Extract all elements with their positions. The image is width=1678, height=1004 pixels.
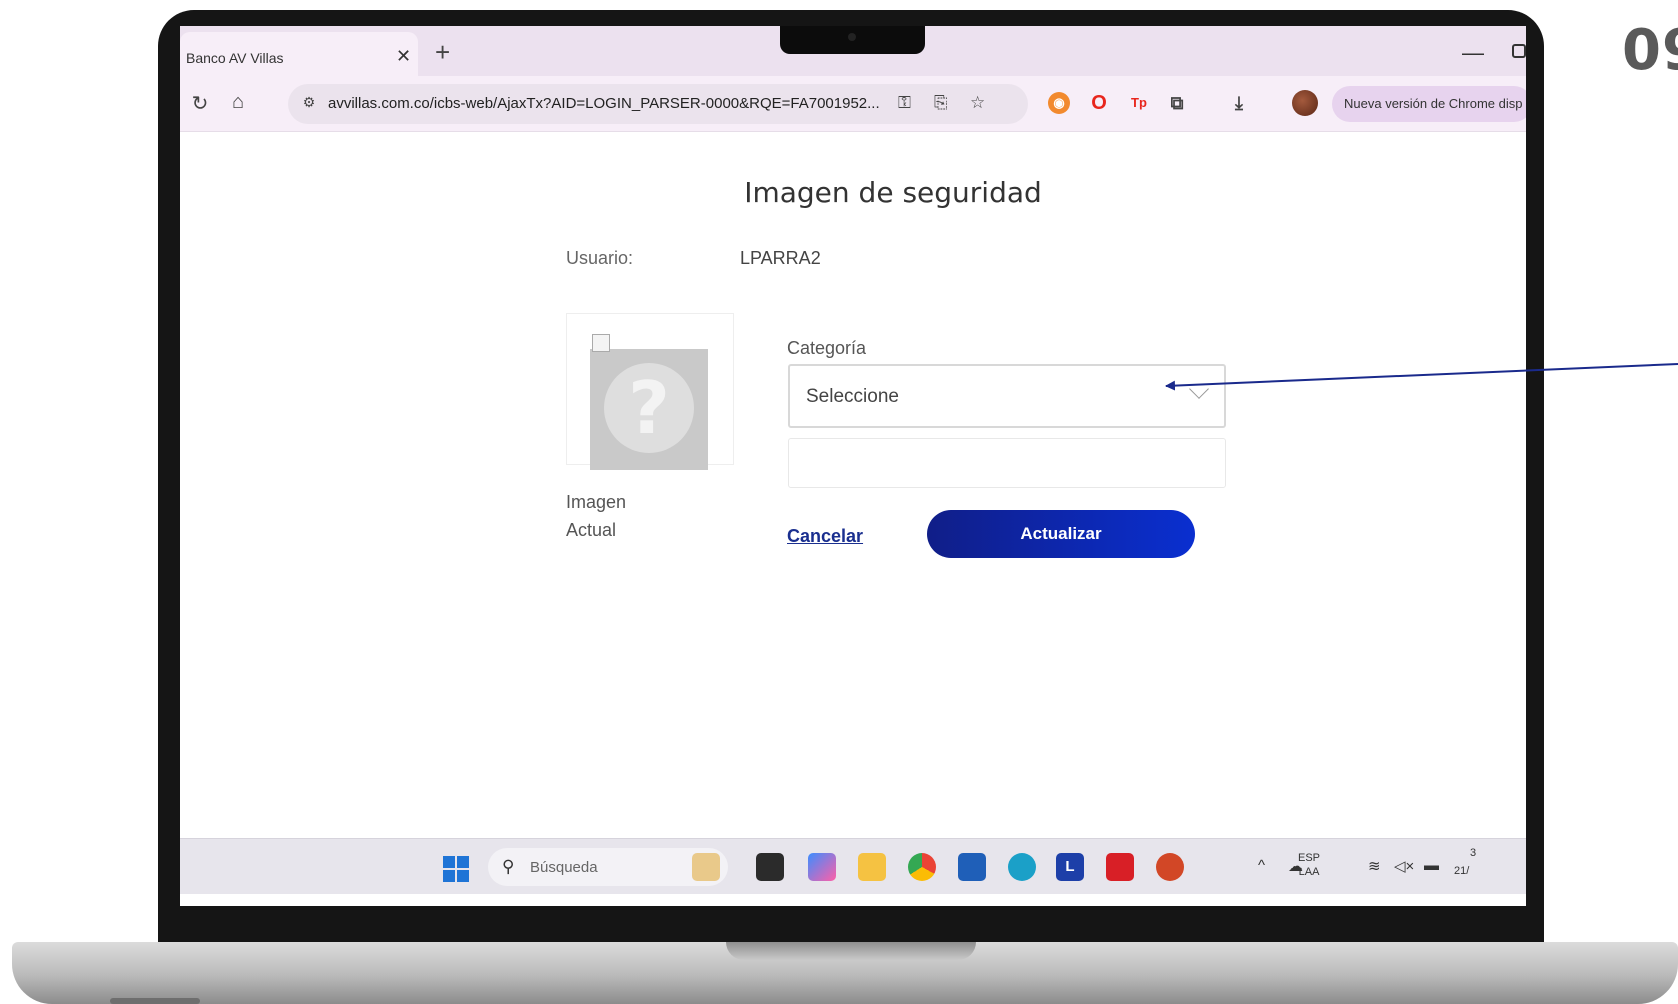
site-info-icon[interactable]: ⚙	[298, 94, 320, 114]
bookmark-star-icon[interactable]: ☆	[970, 93, 985, 113]
search-placeholder: Búsqueda	[530, 859, 598, 876]
category-selected-value: Seleccione	[806, 386, 899, 407]
widgets-icon[interactable]	[692, 853, 720, 881]
powerpoint-icon[interactable]	[1156, 853, 1184, 881]
user-value: LPARRA2	[740, 248, 821, 268]
chrome-update-label: Nueva versión de Chrome disp	[1344, 96, 1523, 111]
copilot-icon[interactable]	[808, 853, 836, 881]
chevron-down-icon	[1189, 379, 1209, 399]
camera-icon	[848, 33, 856, 41]
laptop-base-groove	[726, 942, 976, 960]
translate-icon[interactable]: ⎘	[934, 93, 948, 113]
browser-toolbar: ↻ ⌂ ⚙ avvillas.com.co/icbs-web/AjaxTx?AI…	[180, 76, 1526, 132]
plus-icon[interactable]: +	[435, 37, 450, 68]
update-button[interactable]: Actualizar	[927, 510, 1195, 558]
chrome-update-button[interactable]: Nueva versión de Chrome disp	[1332, 86, 1526, 122]
restore-icon[interactable]	[1512, 44, 1526, 58]
stage: 09 Banco AV Villas ✕ + — ↻ ⌂ ⚙ avvillas.…	[0, 0, 1678, 1004]
laptop-foot	[110, 998, 200, 1004]
address-bar[interactable]: ⚙ avvillas.com.co/icbs-web/AjaxTx?AID=LO…	[288, 84, 1028, 124]
acrobat-icon[interactable]	[1106, 853, 1134, 881]
opera-extension-icon[interactable]: O	[1088, 92, 1110, 114]
category-image-field[interactable]	[788, 438, 1226, 488]
category-select[interactable]: Seleccione	[788, 364, 1226, 428]
avatar[interactable]	[1292, 90, 1318, 116]
cancel-link[interactable]: Cancelar	[787, 526, 863, 547]
password-key-icon[interactable]: ⚿	[898, 93, 911, 113]
browser-tab[interactable]: Banco AV Villas ✕	[180, 32, 418, 76]
file-explorer-icon[interactable]	[858, 853, 886, 881]
chrome-icon[interactable]	[908, 853, 936, 881]
step-number: 09	[1622, 18, 1678, 83]
lang-line2: LAA	[1298, 866, 1320, 878]
volume-muted-icon[interactable]: ◁×	[1394, 857, 1414, 875]
download-icon[interactable]: ⤓	[1228, 92, 1250, 114]
reload-icon[interactable]: ↻	[188, 91, 212, 116]
edge-icon[interactable]	[1008, 853, 1036, 881]
page-title: Imagen de seguridad	[744, 176, 1042, 209]
battery-icon[interactable]: ▬	[1424, 857, 1439, 874]
clock-time[interactable]: 3	[1470, 847, 1476, 859]
home-icon[interactable]: ⌂	[226, 91, 250, 114]
l-app-icon[interactable]: L	[1056, 853, 1084, 881]
language-indicator[interactable]: ESP LAA	[1298, 851, 1320, 879]
lang-line1: ESP	[1298, 852, 1321, 864]
security-image: ?	[590, 349, 708, 470]
task-view-icon[interactable]	[756, 853, 784, 881]
tab-title: Banco AV Villas	[186, 50, 284, 66]
wifi-icon[interactable]: ≋	[1368, 857, 1381, 875]
category-label: Categoría	[787, 338, 867, 358]
windows-start-icon[interactable]	[443, 856, 469, 882]
store-icon[interactable]	[958, 853, 986, 881]
tp-extension-icon[interactable]: Tp	[1128, 92, 1150, 114]
extension-icon[interactable]: ◉	[1048, 92, 1070, 114]
minimize-icon[interactable]: —	[1462, 40, 1484, 66]
clock-date[interactable]: 21/	[1454, 865, 1469, 877]
question-mark-icon: ?	[604, 363, 694, 453]
chevron-up-icon[interactable]: ^	[1258, 857, 1265, 874]
extensions-puzzle-icon[interactable]: ⧉	[1166, 92, 1188, 114]
image-caption: Imagen Actual	[566, 492, 627, 540]
broken-image-icon	[592, 334, 610, 352]
close-icon[interactable]: ✕	[396, 46, 411, 67]
user-label: Usuario:	[566, 248, 634, 268]
search-icon: ⚲	[502, 857, 515, 876]
url-text: avvillas.com.co/icbs-web/AjaxTx?AID=LOGI…	[328, 95, 880, 112]
windows-taskbar: ⚲ Búsqueda L ^ ☁ ESP LAA ≋ ◁× ▬ 3 21/	[180, 838, 1526, 894]
screen: Banco AV Villas ✕ + — ↻ ⌂ ⚙ avvillas.com…	[180, 26, 1526, 906]
